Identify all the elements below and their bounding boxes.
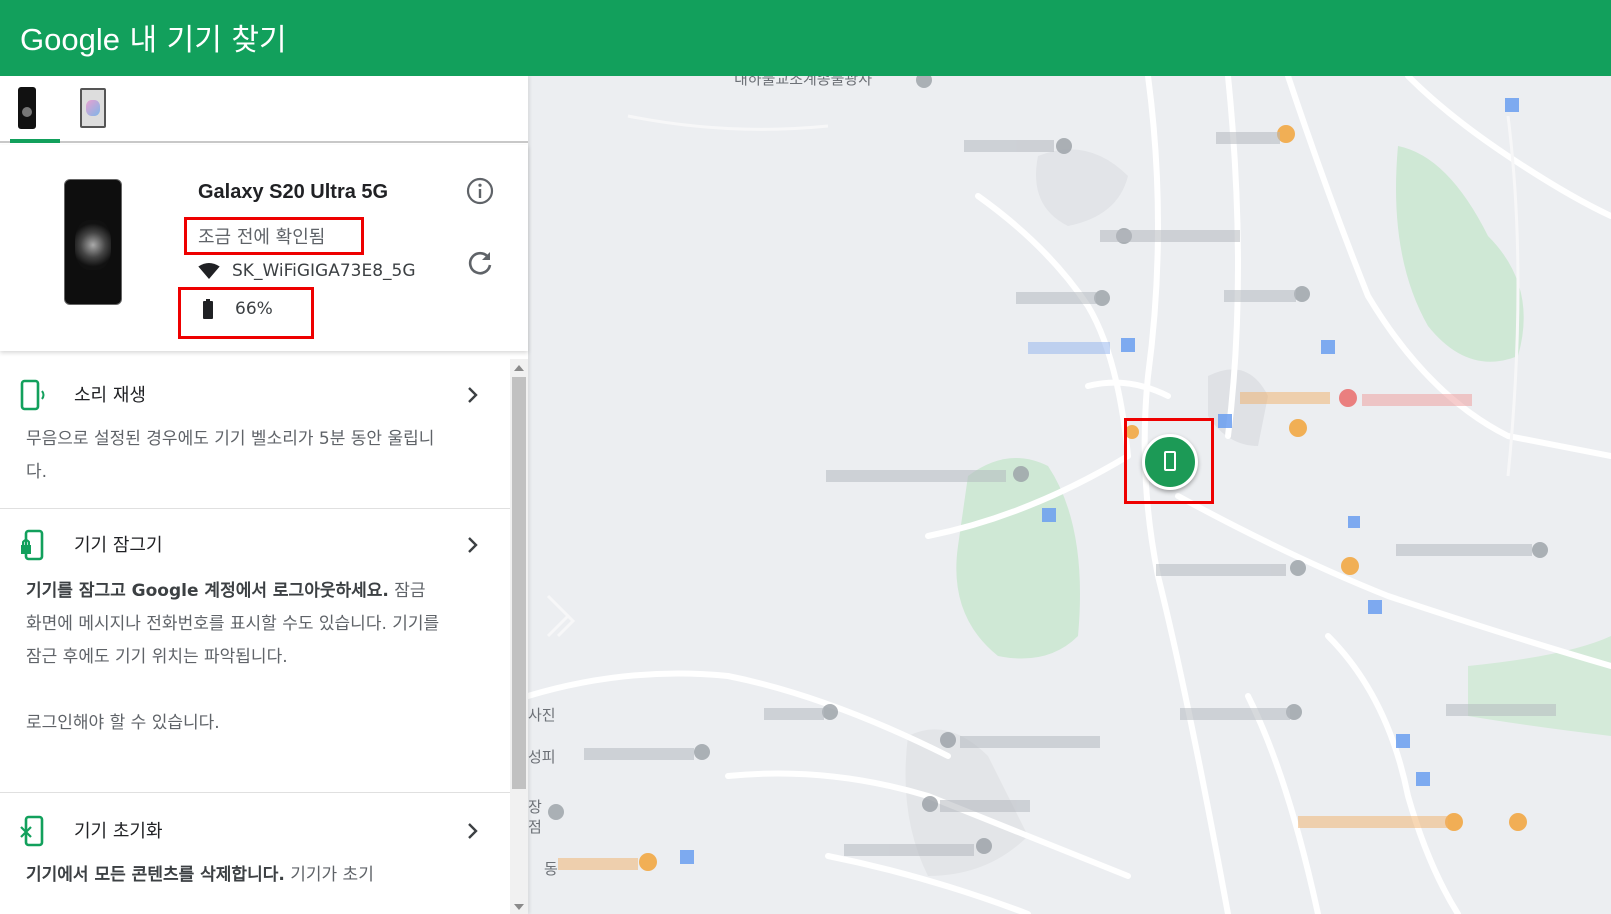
phone-thumbnail-icon: [18, 87, 36, 129]
app-header: Google 내 기기 찾기: [0, 0, 1611, 76]
wifi-icon: [198, 263, 220, 279]
action-description-bold: 기기를 잠그고 Google 계정에서 로그아웃하세요.: [26, 581, 389, 601]
tablet-thumbnail-icon: [80, 88, 106, 128]
scroll-up-arrow-icon[interactable]: [514, 365, 524, 371]
wifi-name: SK_WiFiGIGA73E8_5G: [232, 261, 416, 281]
chevron-right-icon: [468, 823, 478, 839]
map-label-left-3: 장: [528, 798, 542, 816]
left-panel: Galaxy S20 Ultra 5G 조금 전에 확인됨 SK_WiFiGIG…: [0, 76, 528, 914]
action-description-note: 로그인해야 할 수 있습니다.: [26, 713, 220, 733]
map-label-left-1: 사진: [528, 706, 556, 724]
phone-erase-icon: [20, 815, 44, 847]
google-logo: Google: [20, 22, 120, 57]
actions-list: 소리 재생 무음으로 설정된 경우에도 기기 벨소리가 5분 동안 울립니다. …: [0, 359, 510, 914]
device-location-marker[interactable]: [1142, 434, 1198, 490]
app-title-text: 내 기기 찾기: [129, 23, 287, 58]
map-label-left-4: 점: [528, 818, 542, 836]
info-icon: [466, 177, 494, 205]
map[interactable]: 내하불교조계종불광사 사진 성피 장 점 동: [528, 76, 1611, 914]
app-title[interactable]: Google 내 기기 찾기: [20, 15, 287, 59]
info-button[interactable]: [464, 175, 496, 207]
phone-ring-icon: [20, 379, 45, 411]
map-label-left-2: 성피: [528, 748, 556, 766]
scroll-down-arrow-icon[interactable]: [514, 904, 524, 910]
scrollbar[interactable]: [510, 359, 528, 914]
device-tabs: [0, 76, 528, 143]
device-info-card: Galaxy S20 Ultra 5G 조금 전에 확인됨 SK_WiFiGIG…: [0, 145, 528, 351]
refresh-button[interactable]: [464, 247, 496, 279]
map-background: [528, 76, 1611, 914]
battery-level: 66%: [235, 299, 273, 319]
battery-row: 66%: [198, 299, 273, 319]
device-tab-galaxy-s20[interactable]: [10, 84, 60, 143]
scrollbar-thumb[interactable]: [512, 377, 526, 789]
action-lock-device[interactable]: 기기 잠그기 기기를 잠그고 Google 계정에서 로그아웃하세요. 잠금 화…: [0, 509, 510, 793]
action-erase-device[interactable]: 기기 초기화 기기에서 모든 콘텐츠를 삭제합니다. 기기가 초기: [0, 793, 510, 914]
action-description: 무음으로 설정된 경우에도 기기 벨소리가 5분 동안 울립니다.: [26, 429, 435, 482]
action-title: 기기 초기화: [74, 821, 163, 842]
device-name: Galaxy S20 Ultra 5G: [198, 181, 389, 203]
chevron-right-icon: [468, 387, 478, 403]
action-description: 기기를 잠그고 Google 계정에서 로그아웃하세요. 잠금 화면에 메시지나…: [26, 575, 446, 740]
map-label-left-5: 동: [544, 860, 558, 878]
action-title: 소리 재생: [74, 385, 146, 406]
phone-lock-icon: [21, 529, 44, 561]
action-description-bold: 기기에서 모든 콘텐츠를 삭제합니다.: [26, 865, 285, 885]
chevron-right-icon: [468, 537, 478, 553]
action-play-sound[interactable]: 소리 재생 무음으로 설정된 경우에도 기기 벨소리가 5분 동안 울립니다.: [0, 359, 510, 509]
action-title: 기기 잠그기: [74, 535, 163, 556]
device-tab-tablet[interactable]: [72, 84, 122, 136]
last-seen-status: 조금 전에 확인됨: [198, 227, 326, 248]
refresh-icon: [468, 251, 492, 275]
action-description-text: 기기가 초기: [290, 865, 374, 885]
device-image: [64, 179, 122, 305]
phone-icon: [1164, 451, 1176, 471]
battery-icon: [203, 299, 213, 319]
wifi-row: SK_WiFiGIGA73E8_5G: [198, 261, 416, 281]
action-description: 기기에서 모든 콘텐츠를 삭제합니다. 기기가 초기: [26, 859, 446, 892]
map-label-top: 내하불교조계종불광사: [734, 76, 873, 88]
